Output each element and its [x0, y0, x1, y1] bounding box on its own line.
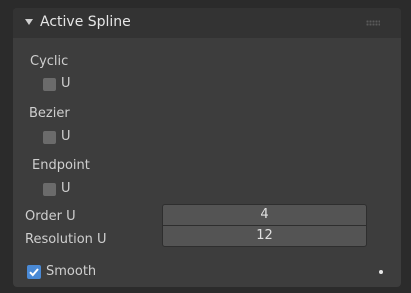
dot-icon [379, 270, 383, 274]
grip-icon[interactable] [366, 20, 380, 26]
smooth-label: Smooth [46, 264, 97, 279]
bezier-u-checkbox[interactable]: U [42, 129, 82, 145]
smooth-checkbox[interactable]: Smooth [27, 264, 137, 282]
endpoint-label: Endpoint [32, 158, 90, 173]
resolution-u-field[interactable]: 12 [162, 225, 367, 247]
panel-header[interactable]: Active Spline [13, 8, 401, 38]
checkbox-label: U [61, 76, 71, 91]
checkbox-box[interactable] [43, 78, 56, 91]
cyclic-u-checkbox[interactable]: U [42, 76, 82, 92]
order-u-field[interactable]: 4 [162, 204, 367, 226]
triangle-down-icon[interactable] [25, 19, 33, 25]
active-spline-panel: Active Spline Cyclic U Bezier U Endpoint… [13, 8, 401, 287]
checkbox-label: U [61, 181, 71, 196]
checkbox-checked[interactable] [27, 265, 41, 279]
checkbox-label: U [61, 129, 71, 144]
bezier-label: Bezier [29, 106, 70, 121]
panel-title: Active Spline [40, 14, 131, 30]
endpoint-u-checkbox[interactable]: U [42, 181, 82, 197]
check-icon [29, 268, 39, 277]
checkbox-box[interactable] [43, 131, 56, 144]
checkbox-box[interactable] [43, 183, 56, 196]
resolution-u-label: Resolution U [25, 232, 107, 247]
order-u-label: Order U [25, 209, 76, 224]
cyclic-label: Cyclic [30, 54, 69, 69]
